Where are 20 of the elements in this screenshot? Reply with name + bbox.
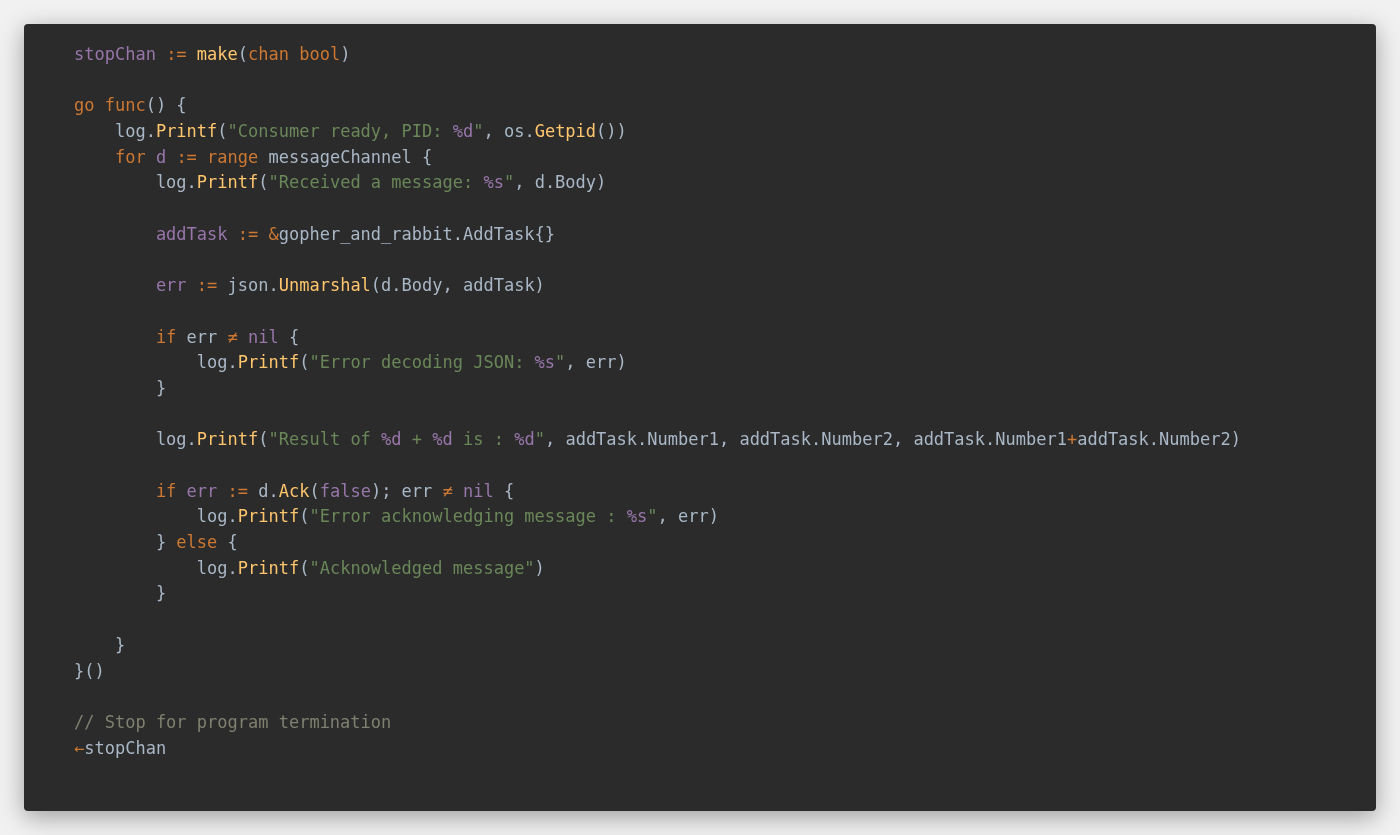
code-line: addTask := &gopher_and_rabbit.AddTask{} [154, 222, 556, 246]
code-line: log.Printf("Received a message: %s", d.Body) [154, 171, 607, 195]
code-line: log.Printf("Acknowledged message") [195, 556, 545, 580]
code-line: log.Printf("Error decoding JSON: %s", err) [195, 351, 627, 375]
code-line: log.Printf("Result of %d + %d is : %d", addTask.Number1, addTask.Number2, addTask.Number1+addTask.Number2) [154, 428, 1241, 452]
code-line: stopChan := make(chan bool) [74, 43, 351, 66]
code-line: log.Printf("Consumer ready, PID: %d", os.Getpid()) [113, 120, 627, 144]
code-line: } [154, 376, 167, 400]
code-line: } [113, 633, 126, 657]
code-line: for d := range messageChannel { [113, 145, 433, 169]
code-line: go func() { [74, 94, 187, 118]
code-line: log.Printf("Error acknowledging message : %s", err) [195, 505, 719, 529]
code-line: }() [74, 659, 105, 683]
code-comment: // Stop for program termination [74, 710, 392, 734]
code-line: err := json.Unmarshal(d.Body, addTask) [154, 274, 545, 298]
code-line: } else { [154, 531, 238, 555]
code-line: if err ≠ nil { [154, 325, 300, 349]
code-line: ←stopChan [74, 736, 167, 760]
code-line: if err := d.Ack(false); err ≠ nil { [154, 479, 515, 503]
code-line: } [154, 582, 167, 606]
